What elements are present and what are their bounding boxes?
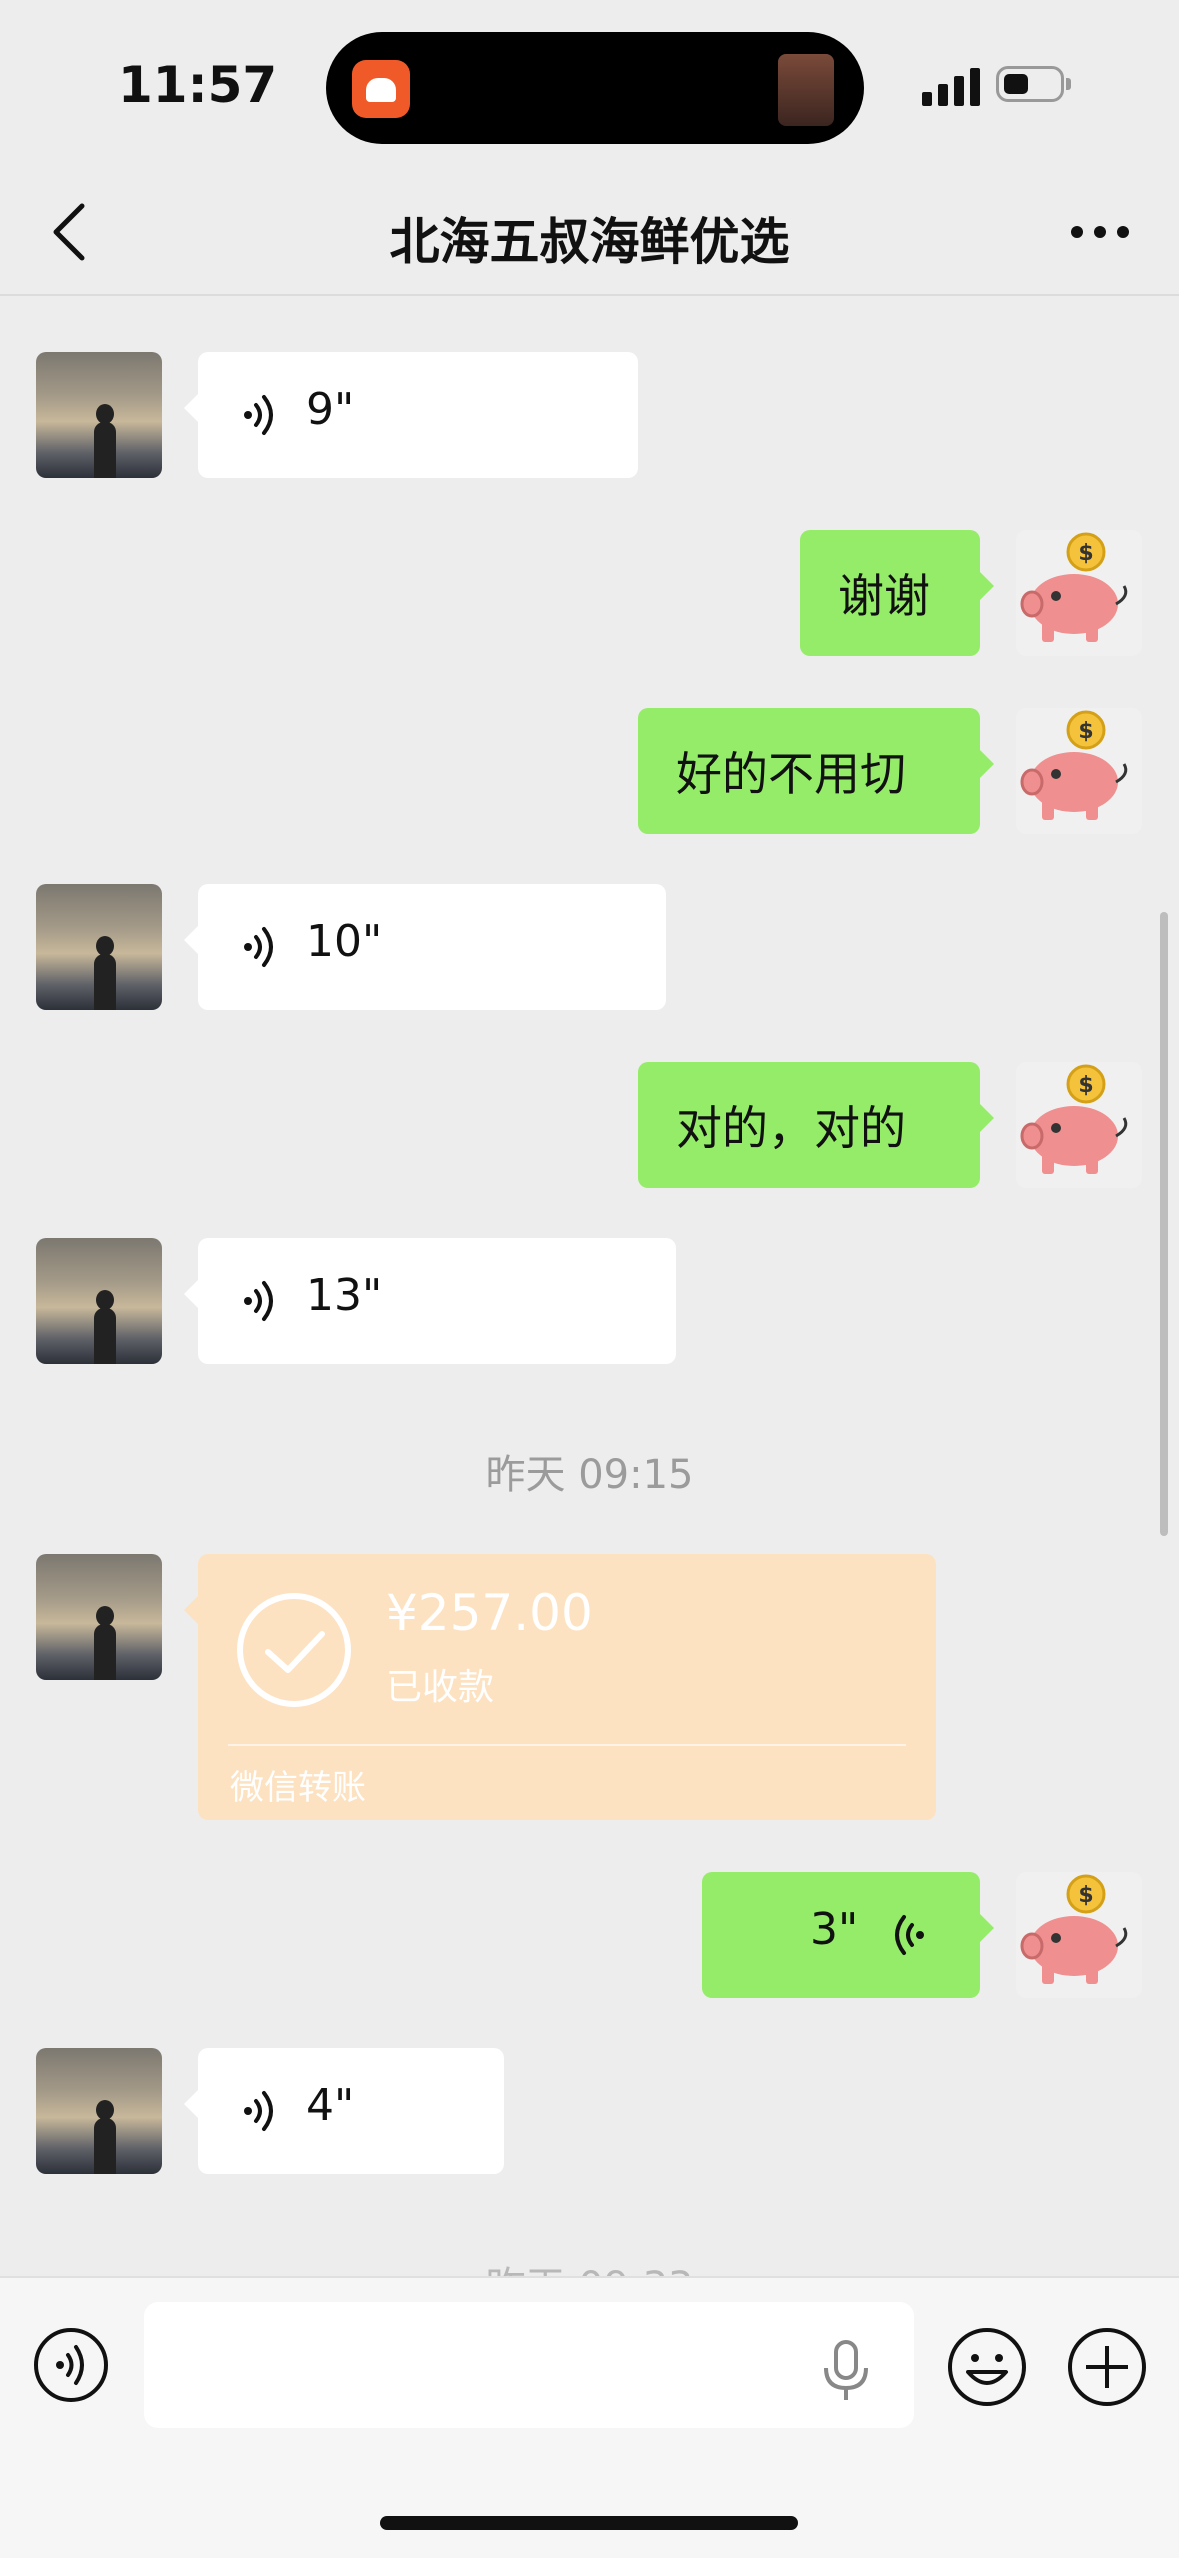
- voice-duration: 4": [306, 2080, 355, 2131]
- voice-icon: [244, 395, 273, 435]
- transfer-amount: ¥257.00: [386, 1584, 593, 1642]
- contact-avatar[interactable]: [36, 884, 162, 1010]
- emoji-icon[interactable]: [946, 2326, 1028, 2408]
- status-time: 11:57: [118, 56, 278, 114]
- svg-text:$: $: [1078, 719, 1093, 744]
- piggy-bank-icon: $: [1020, 532, 1128, 642]
- chat-title: 北海五叔海鲜优选: [389, 213, 790, 271]
- plus-icon[interactable]: [1066, 2326, 1148, 2408]
- message-text: 谢谢: [838, 569, 930, 623]
- voice-duration: 9": [306, 384, 355, 435]
- voice-icon: [244, 927, 273, 967]
- transfer-label: 微信转账: [230, 1768, 366, 1808]
- text-message[interactable]: 对的，对的: [638, 1062, 994, 1188]
- contact-avatar[interactable]: [36, 1238, 162, 1364]
- svg-text:$: $: [1078, 541, 1093, 566]
- voice-icon: [244, 2091, 273, 2131]
- contact-avatar[interactable]: [36, 1554, 162, 1680]
- contact-avatar[interactable]: [36, 2048, 162, 2174]
- voice-duration: 10": [306, 916, 383, 967]
- voice-message[interactable]: 3": [702, 1872, 994, 1998]
- chat-header: 北海五叔海鲜优选: [0, 172, 1179, 296]
- message-text: 好的不用切: [676, 747, 906, 801]
- piggy-bank-icon: $: [1020, 710, 1128, 820]
- text-message[interactable]: 好的不用切: [638, 708, 994, 834]
- voice-duration: 13": [306, 1270, 383, 1321]
- voice-icon: [244, 1281, 273, 1321]
- piggy-bank-icon: $: [1020, 1064, 1128, 1174]
- message-input[interactable]: [144, 2302, 914, 2428]
- self-avatar[interactable]: $: [1016, 1062, 1142, 1188]
- svg-text:$: $: [1078, 1073, 1093, 1098]
- voice-icon: [895, 1915, 924, 1955]
- dynamic-island: [326, 32, 864, 144]
- svg-text:$: $: [1078, 1883, 1093, 1908]
- signal-icon: [922, 66, 982, 106]
- text-message[interactable]: 谢谢: [800, 530, 994, 656]
- scrollbar[interactable]: [1160, 912, 1168, 1536]
- timestamp: 昨天 09:15: [485, 1452, 694, 1498]
- self-avatar[interactable]: $: [1016, 530, 1142, 656]
- more-icon[interactable]: [1069, 212, 1131, 252]
- voice-duration: 3": [810, 1904, 859, 1955]
- transfer-card[interactable]: ¥257.00 已收款 微信转账: [184, 1554, 936, 1820]
- voice-toggle-icon[interactable]: [32, 2326, 110, 2404]
- self-avatar[interactable]: $: [1016, 708, 1142, 834]
- battery-icon: [996, 66, 1071, 102]
- self-avatar[interactable]: $: [1016, 1872, 1142, 1998]
- transfer-status: 已收款: [386, 1667, 495, 1708]
- reading-app-icon[interactable]: [352, 60, 410, 118]
- contact-avatar[interactable]: [36, 352, 162, 478]
- voice-message[interactable]: 9": [184, 352, 638, 478]
- microphone-icon[interactable]: [818, 2338, 874, 2404]
- transfer-divider: [228, 1744, 906, 1746]
- voice-message[interactable]: 13": [184, 1238, 676, 1364]
- video-app-icon[interactable]: [778, 54, 834, 126]
- message-text: 对的，对的: [676, 1101, 906, 1155]
- voice-message[interactable]: 10": [184, 884, 666, 1010]
- voice-message[interactable]: 4": [184, 2048, 504, 2174]
- checkmark-icon: [237, 1593, 351, 1707]
- piggy-bank-icon: $: [1020, 1874, 1128, 1984]
- home-indicator[interactable]: [380, 2516, 798, 2530]
